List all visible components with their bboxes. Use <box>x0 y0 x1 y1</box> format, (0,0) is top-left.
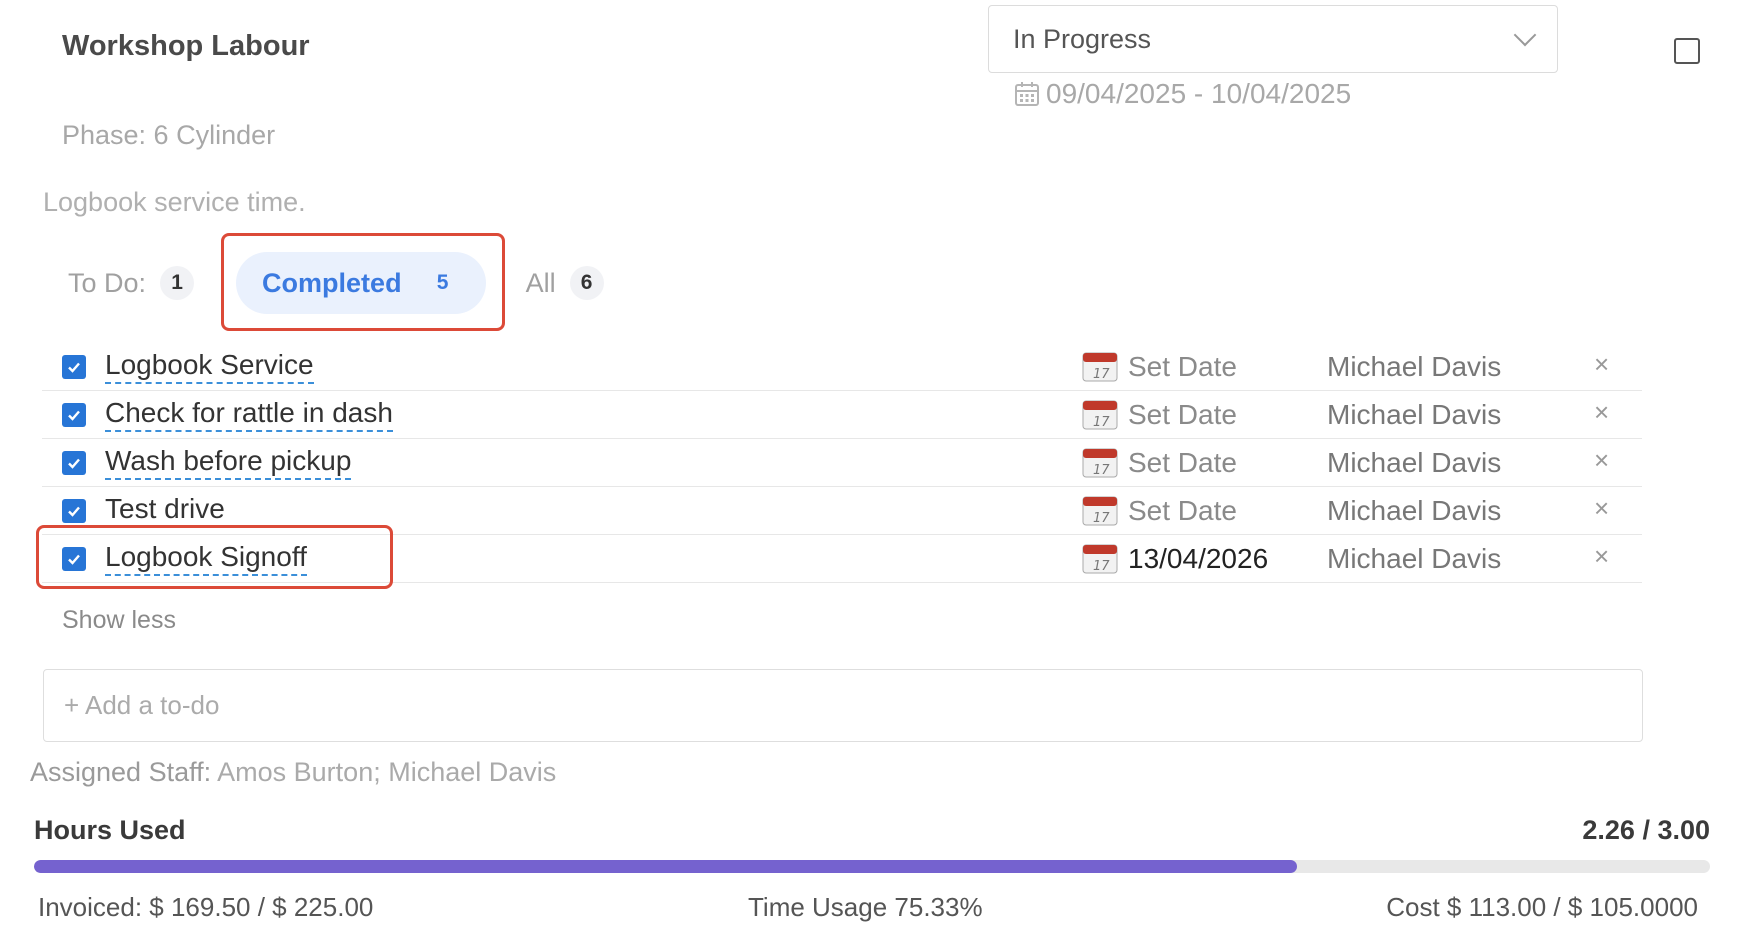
highlight-box-tab <box>221 233 505 331</box>
remove-icon[interactable]: × <box>1594 397 1609 428</box>
due-date[interactable]: Set Date <box>1128 399 1237 431</box>
svg-text:17: 17 <box>1093 415 1110 430</box>
tab-count: 1 <box>160 266 195 300</box>
todo-checkbox[interactable] <box>62 499 86 523</box>
assignee[interactable]: Michael Davis <box>1327 543 1501 575</box>
todo-label[interactable]: Test drive <box>105 493 225 525</box>
calendar-icon[interactable]: 17 <box>1082 446 1118 478</box>
todo-row: Check for rattle in dash 17 Set Date Mic… <box>42 391 1642 439</box>
calendar-icon[interactable]: 17 <box>1082 398 1118 430</box>
checkmark-icon <box>68 458 80 469</box>
calendar-icon[interactable]: 17 <box>1082 542 1118 574</box>
cost-text: Cost $ 113.00 / $ 105.0000 <box>1386 892 1698 922</box>
hours-progress-bar <box>34 860 1710 873</box>
checkmark-icon <box>68 410 80 421</box>
highlight-box-row <box>36 525 393 589</box>
todo-checkbox[interactable] <box>62 403 86 427</box>
date-range[interactable]: 09/04/2025 - 10/04/2025 <box>1014 78 1351 110</box>
due-date[interactable]: Set Date <box>1128 447 1237 479</box>
due-date[interactable]: 13/04/2026 <box>1128 543 1268 575</box>
assigned-staff: Assigned Staff: Amos Burton; Michael Dav… <box>30 757 556 788</box>
task-title: Workshop Labour <box>62 30 310 62</box>
hours-used-label: Hours Used <box>34 815 186 845</box>
hours-used-value: 2.26 / 3.00 <box>1582 815 1710 845</box>
remove-icon[interactable]: × <box>1594 541 1609 572</box>
due-date[interactable]: Set Date <box>1128 351 1237 383</box>
task-complete-checkbox[interactable] <box>1674 38 1700 64</box>
checkmark-icon <box>68 506 80 517</box>
tab-todo[interactable]: To Do: 1 <box>68 266 195 300</box>
todo-label[interactable]: Check for rattle in dash <box>105 397 393 432</box>
svg-text:17: 17 <box>1093 511 1110 526</box>
calendar-icon <box>1015 82 1039 106</box>
calendar-icon[interactable]: 17 <box>1082 494 1118 526</box>
todo-label[interactable]: Wash before pickup <box>105 445 352 480</box>
remove-icon[interactable]: × <box>1594 349 1609 380</box>
status-value: In Progress <box>1013 23 1152 54</box>
status-dropdown[interactable]: In Progress <box>988 5 1558 73</box>
assigned-staff-label: Assigned Staff: <box>30 757 212 787</box>
remove-icon[interactable]: × <box>1594 493 1609 524</box>
svg-text:17: 17 <box>1093 559 1110 574</box>
hours-progress-fill <box>34 860 1297 873</box>
tab-label: All <box>525 267 556 298</box>
todo-row: Logbook Service 17 Set Date Michael Davi… <box>42 343 1642 391</box>
tab-count: 6 <box>569 266 604 300</box>
svg-text:17: 17 <box>1093 367 1110 382</box>
assignee[interactable]: Michael Davis <box>1327 495 1501 527</box>
assignee[interactable]: Michael Davis <box>1327 399 1501 431</box>
date-range-text: 09/04/2025 - 10/04/2025 <box>1046 78 1352 109</box>
checkmark-icon <box>68 362 80 373</box>
show-less-link[interactable]: Show less <box>62 606 176 635</box>
todo-checkbox[interactable] <box>62 355 86 379</box>
assigned-staff-names: Amos Burton; Michael Davis <box>217 757 557 787</box>
remove-icon[interactable]: × <box>1594 445 1609 476</box>
todo-checkbox[interactable] <box>62 451 86 475</box>
due-date[interactable]: Set Date <box>1128 495 1237 527</box>
assignee[interactable]: Michael Davis <box>1327 351 1501 383</box>
tab-label: To Do: <box>68 267 147 298</box>
invoiced-text: Invoiced: $ 169.50 / $ 225.00 <box>38 892 374 922</box>
todo-label[interactable]: Logbook Service <box>105 349 314 384</box>
time-usage-text: Time Usage 75.33% <box>748 892 983 922</box>
svg-text:17: 17 <box>1093 463 1110 478</box>
phase-label: Phase: 6 Cylinder <box>62 120 276 150</box>
tab-all[interactable]: All 6 <box>526 266 604 300</box>
todo-row: Wash before pickup 17 Set Date Michael D… <box>42 439 1642 487</box>
assignee[interactable]: Michael Davis <box>1327 447 1501 479</box>
chevron-down-icon <box>1513 23 1537 47</box>
add-todo-input[interactable]: + Add a to-do <box>43 669 1643 742</box>
calendar-icon[interactable]: 17 <box>1082 350 1118 382</box>
add-todo-placeholder: + Add a to-do <box>64 690 220 720</box>
task-description: Logbook service time. <box>43 187 306 217</box>
